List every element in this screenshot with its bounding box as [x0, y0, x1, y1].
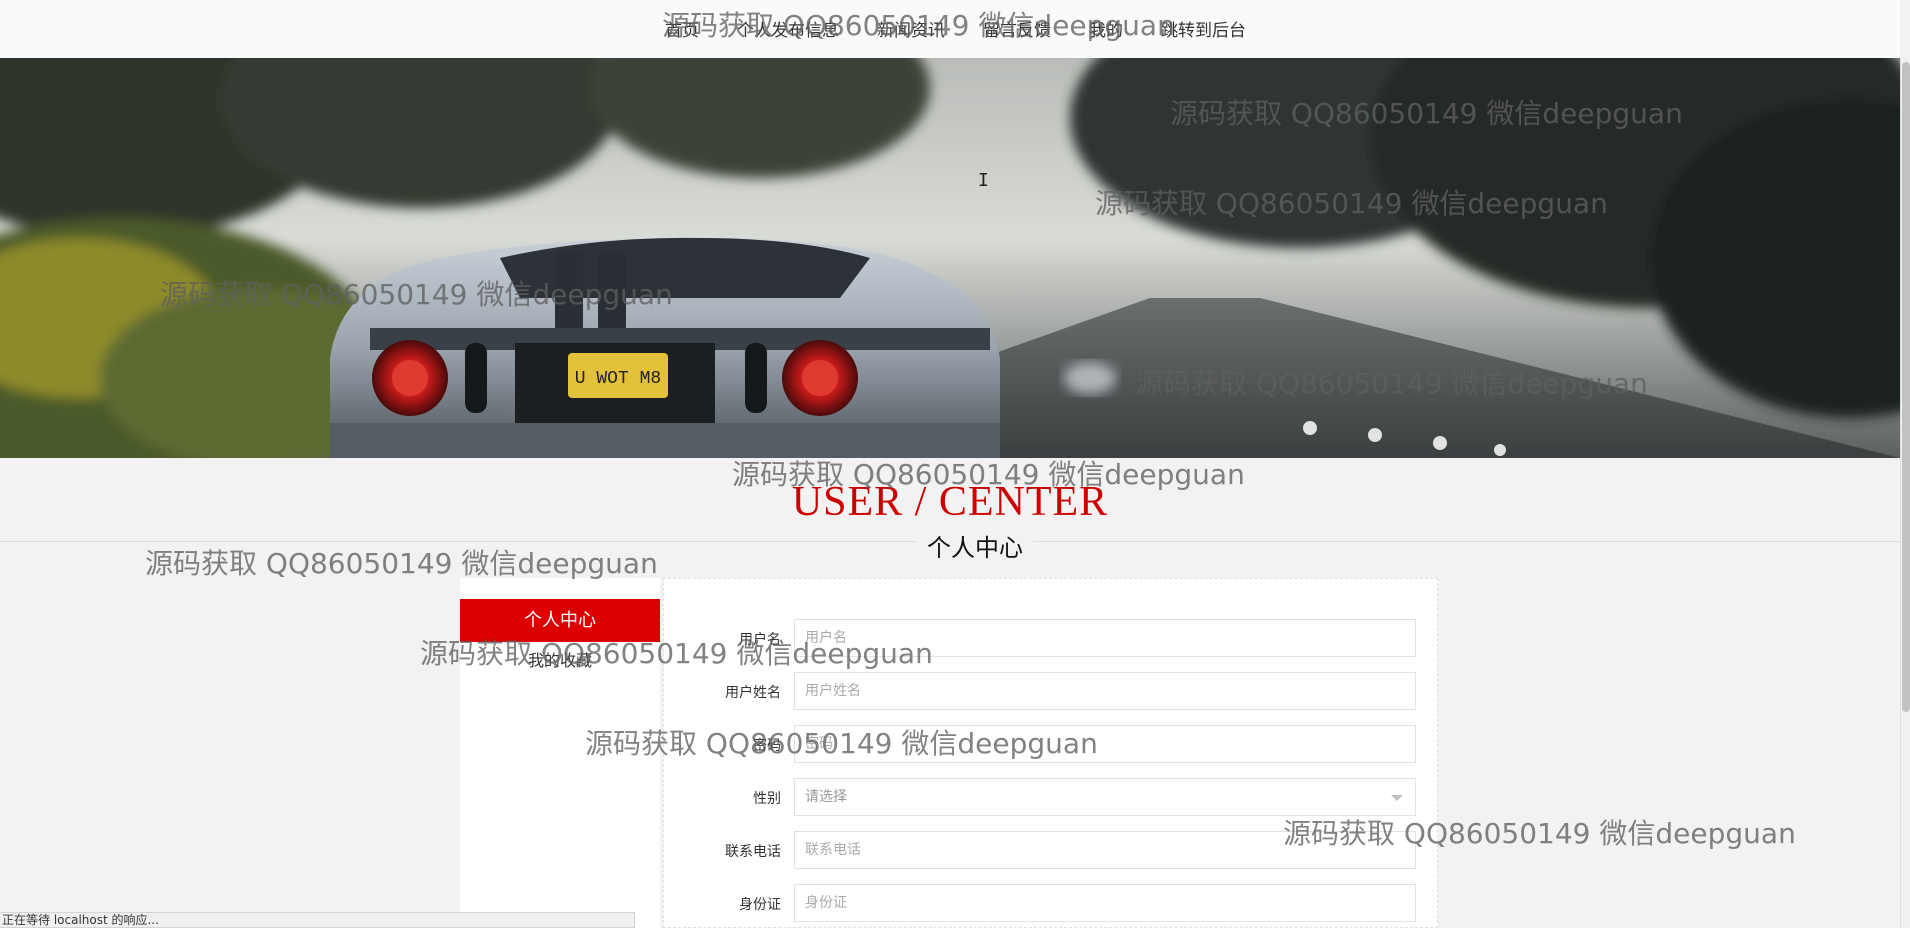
page-scrollbar[interactable] [1900, 58, 1910, 928]
username-label: 用户名 [739, 632, 781, 648]
hero-banner: U WOT M8 [0, 58, 1900, 458]
realname-label: 用户姓名 [725, 685, 781, 701]
password-label: 密码 [753, 738, 781, 754]
form-row-gender: 性别 请选择 [664, 778, 1439, 816]
phone-label: 联系电话 [725, 844, 781, 860]
form-row-username: 用户名 [664, 619, 1439, 657]
nav-links: 首页 个人发布信息 新闻资讯 留言反馈 我的 跳转到后台 [665, 16, 1246, 41]
license-plate: U WOT M8 [575, 369, 661, 389]
section-subtitle: 个人中心 [917, 528, 1033, 563]
sidebar-item-user-center[interactable]: 个人中心 [460, 599, 660, 642]
idcard-input[interactable] [794, 884, 1416, 922]
realname-input[interactable] [794, 672, 1416, 710]
top-nav: 首页 个人发布信息 新闻资讯 留言反馈 我的 跳转到后台 [0, 0, 1900, 58]
form-row-phone: 联系电话 [664, 831, 1439, 869]
user-form-panel: 用户名 用户姓名 密码 性别 请选择 联系电话 身份证 [663, 578, 1438, 928]
scrollbar-thumb[interactable] [1902, 62, 1910, 712]
username-input[interactable] [794, 619, 1416, 657]
phone-input[interactable] [794, 831, 1416, 869]
section-title: USER / CENTER [791, 479, 1109, 525]
text-cursor-icon: I [978, 170, 989, 191]
sidebar-item-favorites[interactable]: 我的收藏 [460, 644, 660, 678]
idcard-label: 身份证 [739, 897, 781, 913]
user-sidebar: 个人中心 我的收藏 [460, 578, 660, 928]
browser-status-bar: 正在等待 localhost 的响应... [0, 912, 635, 928]
nav-admin[interactable]: 跳转到后台 [1161, 16, 1246, 41]
section-subtitle-wrap: 个人中心 [0, 528, 1900, 563]
chevron-down-icon [1391, 795, 1403, 801]
gender-label: 性别 [753, 791, 781, 807]
gender-select-value: 请选择 [805, 789, 847, 805]
form-row-idcard: 身份证 [664, 884, 1439, 922]
gender-select[interactable]: 请选择 [794, 778, 1416, 816]
password-input[interactable] [794, 725, 1416, 763]
nav-feedback[interactable]: 留言反馈 [983, 16, 1051, 41]
nav-news[interactable]: 新闻资讯 [877, 16, 945, 41]
form-row-password: 密码 [664, 725, 1439, 763]
nav-mine[interactable]: 我的 [1089, 16, 1123, 41]
hero-car-image: U WOT M8 [0, 58, 1900, 458]
nav-personal-posts[interactable]: 个人发布信息 [737, 16, 839, 41]
nav-home[interactable]: 首页 [665, 16, 699, 41]
form-row-realname: 用户姓名 [664, 672, 1439, 710]
